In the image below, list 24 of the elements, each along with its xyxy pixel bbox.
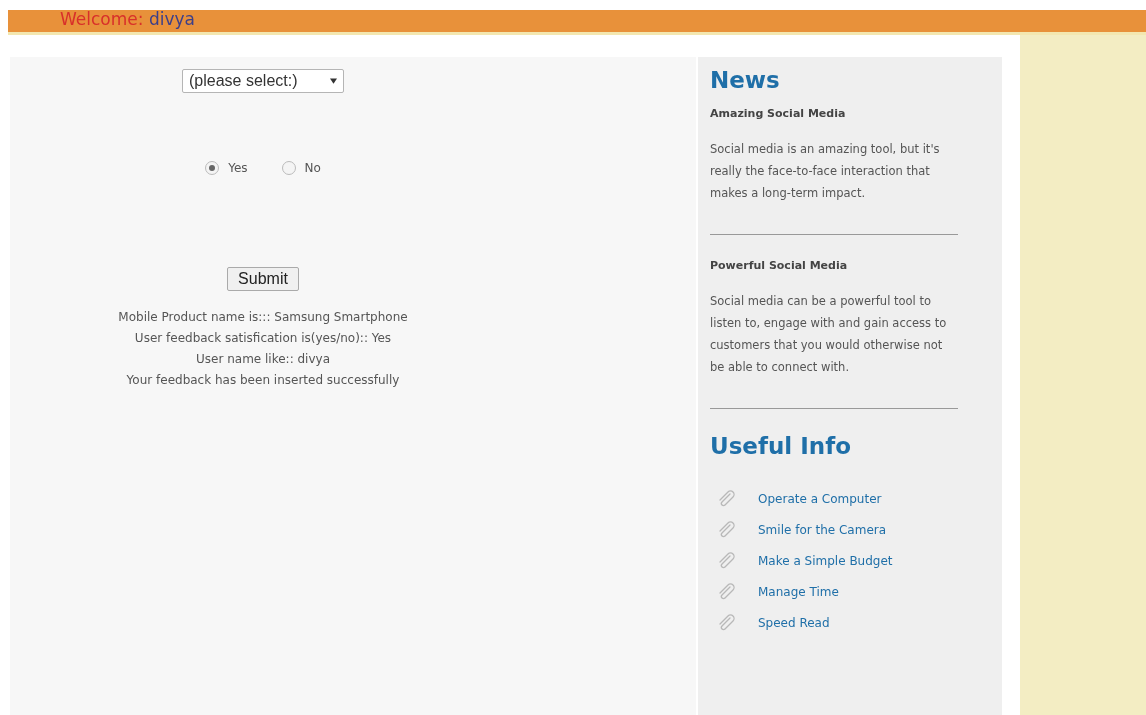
news-text: Social media can be a powerful tool to listen to, engage with and gain access to customers that you would otherwise not be able to connect with. [710, 293, 948, 376]
section-title: Useful Info [710, 433, 852, 459]
sidebar-link[interactable]: Operate a Computer [758, 491, 882, 506]
caret-icon [330, 78, 337, 84]
sidebar-link[interactable]: Smile for the Camera [758, 522, 887, 537]
sidebar-link[interactable]: Manage Time [758, 584, 839, 599]
radio-button[interactable] [281, 161, 296, 175]
news-text: Social media is an amazing tool, but it's really the face-to-face interaction that makes a long-term impact. [710, 141, 941, 202]
user-name: divya [148, 10, 195, 29]
result-message: User feedback satisfication is(yes/no):: Yes [133, 330, 393, 347]
result-message: Mobile Product name is::: Samsung Smartphone [118, 309, 408, 326]
section-title: News [710, 67, 781, 93]
welcome-label: Welcome: [60, 10, 144, 29]
radio-button[interactable] [205, 161, 220, 175]
product-select[interactable]: (please select:) [182, 69, 344, 93]
radio-label[interactable]: Yes [228, 161, 248, 175]
news-heading: Amazing Social Media [710, 107, 847, 120]
sidebar-link[interactable]: Make a Simple Budget [758, 553, 893, 568]
sidebar-link[interactable]: Speed Read [758, 615, 830, 630]
result-message: Your feedback has been inserted successfully [125, 372, 401, 389]
news-heading: Powerful Social Media [710, 259, 849, 272]
submit-button[interactable]: Submit [227, 267, 299, 291]
radio-label[interactable]: No [304, 161, 321, 175]
result-message: User name like:: divya [195, 351, 331, 368]
